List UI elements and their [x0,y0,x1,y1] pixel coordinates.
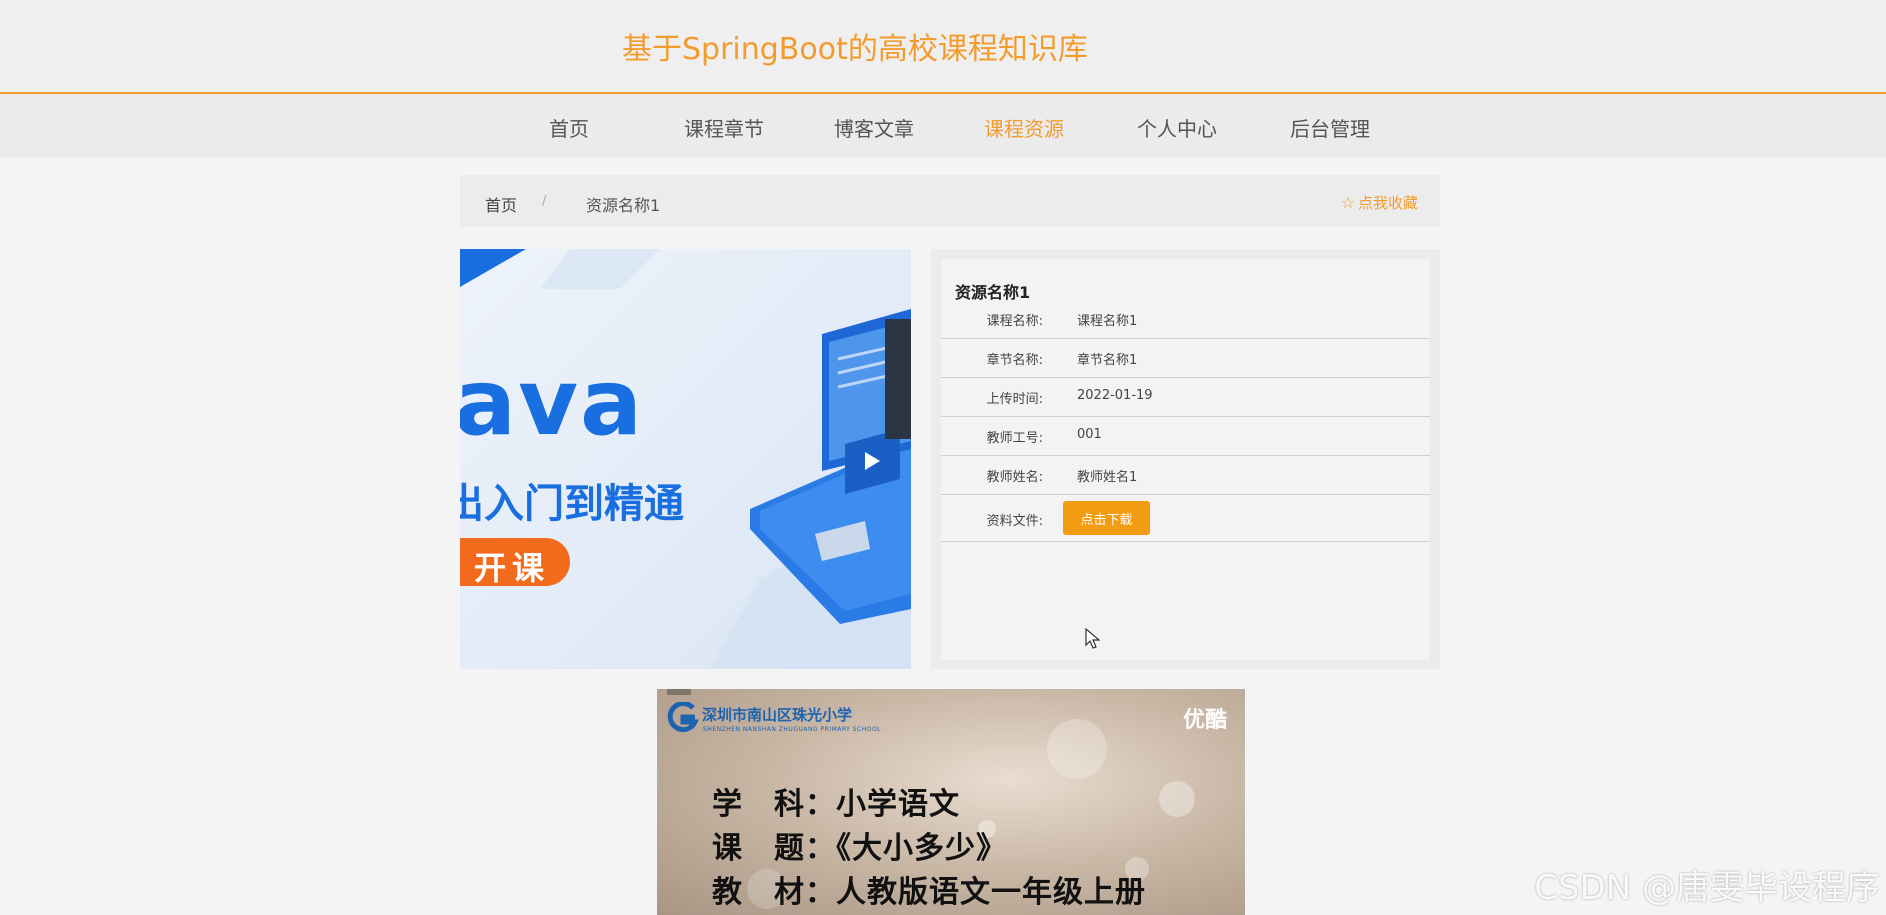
detail-row-file: 资料文件: 点击下载 [941,495,1430,542]
resource-detail-inner: 资源名称1 课程名称: 课程名称1 章节名称: 章节名称1 上传时间: 2022… [941,259,1430,660]
detail-row-chapter: 章节名称: 章节名称1 [941,339,1430,378]
video-textbook-line: 教 材：人教版语文一年级上册 [712,875,1146,910]
cover-text-sub: 出入门到精通 [460,481,684,527]
detail-label: 教师姓名: [986,470,1043,485]
detail-value: 教师姓名1 [1077,470,1138,485]
detail-label: 章节名称: [986,353,1043,368]
nav-item-resources[interactable]: 课程资源 [984,113,1064,142]
detail-label: 教师工号: [986,431,1043,446]
breadcrumb-current: 资源名称1 [586,196,661,215]
detail-value: 001 [1077,427,1102,442]
favorite-label: 点我收藏 [1357,194,1418,212]
site-header: 基于SpringBoot的高校课程知识库 [0,0,1886,94]
detail-label: 上传时间: [986,392,1043,407]
school-name: 深圳市南山区珠光小学 [702,706,853,724]
nav-item-blog[interactable]: 博客文章 [834,113,914,142]
detail-value: 章节名称1 [1077,353,1138,368]
detail-row-teacher-name: 教师姓名: 教师姓名1 [941,456,1430,495]
video-topic-line: 课 题：《大小多少》 [712,831,1007,866]
detail-row-course: 课程名称: 课程名称1 [941,300,1430,339]
resource-detail-panel: 资源名称1 课程名称: 课程名称1 章节名称: 章节名称1 上传时间: 2022… [931,249,1440,669]
video-brand-logo: 优酷 [1182,708,1227,733]
detail-label: 资料文件: [986,514,1043,529]
breadcrumb: 首页 / 资源名称1 ☆ 点我收藏 [460,175,1440,227]
resource-video[interactable]: 深圳市南山区珠光小学 SHENZHEN NANSHAN ZHUGUANG PRI… [657,689,1245,915]
site-title: 基于SpringBoot的高校课程知识库 [622,32,1088,67]
main-nav: 首页 课程章节 博客文章 课程资源 个人中心 后台管理 [0,94,1886,158]
nav-item-admin[interactable]: 后台管理 [1290,113,1370,142]
detail-row-teacher-id: 教师工号: 001 [941,417,1430,456]
detail-value: 课程名称1 [1077,314,1138,329]
detail-label: 课程名称: [986,314,1043,329]
cover-text-big: ava [460,349,645,456]
nav-item-home[interactable]: 首页 [549,113,589,142]
detail-value: 2022-01-19 [1077,388,1153,403]
nav-item-chapters[interactable]: 课程章节 [684,113,764,142]
cover-badge-text: 开课 [474,549,551,587]
nav-item-profile[interactable]: 个人中心 [1137,113,1217,142]
watermark-text: CSDN @唐雯毕设程序 [1534,868,1880,908]
video-subject-line: 学 科：小学语文 [712,787,960,822]
breadcrumb-separator: / [542,194,547,209]
school-subtitle: SHENZHEN NANSHAN ZHUGUANG PRIMARY SCHOOL [703,726,882,733]
cover-badge: 开课 [460,538,570,587]
breadcrumb-home[interactable]: 首页 [485,192,517,216]
download-button[interactable]: 点击下载 [1063,501,1150,535]
star-outline-icon: ☆ [1340,193,1355,212]
detail-row-upload-time: 上传时间: 2022-01-19 [941,378,1430,417]
school-logo-icon [667,702,699,732]
resource-cover-image: ava 出入门到精通 开课 [460,249,911,669]
mouse-cursor-icon [1085,628,1101,649]
cover-illustration [460,249,911,669]
favorite-button[interactable]: ☆ 点我收藏 [1341,192,1418,213]
